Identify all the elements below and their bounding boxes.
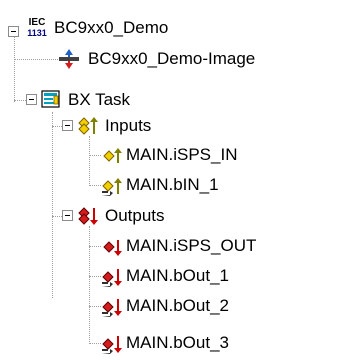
tree-node-task[interactable]: BX Task: [68, 90, 130, 110]
collapse-toggle-outputs[interactable]: [62, 210, 73, 221]
tree-node-outputs[interactable]: Outputs: [105, 206, 165, 226]
tree-line: [14, 100, 26, 101]
collapse-toggle-root[interactable]: [8, 26, 19, 37]
svg-text:1131: 1131: [27, 28, 47, 38]
tree-line: [89, 306, 101, 307]
tree-node-root[interactable]: BC9xx0_Demo: [54, 18, 168, 38]
outputs-folder-icon: [78, 206, 98, 226]
project-tree: IEC 1131 BC9xx0_Demo BC9xx0_Demo-Image B…: [0, 0, 349, 358]
collapse-toggle-task[interactable]: [26, 94, 37, 105]
tree-line: [89, 226, 90, 344]
tree-line: [52, 112, 53, 298]
plc-image-icon: [58, 49, 80, 69]
tree-line: [89, 155, 101, 156]
tree-line: [14, 59, 58, 60]
tree-node-output-item[interactable]: MAIN.bOut_1: [126, 266, 229, 286]
tree-line: [52, 216, 62, 217]
inputs-folder-icon: [78, 116, 98, 136]
tree-node-output-item[interactable]: MAIN.bOut_2: [126, 296, 229, 316]
input-variable-icon: [103, 146, 123, 166]
linked-output-variable-icon: [101, 333, 123, 355]
task-icon: [41, 89, 61, 109]
tree-line: [14, 34, 15, 102]
tree-line: [89, 185, 101, 186]
linked-output-variable-icon: [101, 296, 123, 318]
tree-line: [89, 136, 90, 186]
tree-line: [89, 276, 101, 277]
linked-input-variable-icon: [101, 175, 123, 197]
tree-line: [89, 343, 101, 344]
tree-node-inputs[interactable]: Inputs: [105, 116, 151, 136]
collapse-toggle-inputs[interactable]: [62, 120, 73, 131]
tree-line: [52, 126, 62, 127]
linked-output-variable-icon: [101, 266, 123, 288]
tree-node-input-item[interactable]: MAIN.bIN_1: [126, 175, 219, 195]
tree-node-output-item[interactable]: MAIN.iSPS_OUT: [126, 236, 256, 256]
iec-1131-icon: IEC 1131: [25, 16, 49, 38]
tree-node-output-item[interactable]: MAIN.bOut_3: [126, 333, 229, 353]
tree-node-image[interactable]: BC9xx0_Demo-Image: [88, 49, 255, 69]
svg-text:IEC: IEC: [29, 17, 46, 28]
output-variable-icon: [103, 237, 123, 257]
tree-node-input-item[interactable]: MAIN.iSPS_IN: [126, 145, 237, 165]
tree-line: [89, 246, 101, 247]
